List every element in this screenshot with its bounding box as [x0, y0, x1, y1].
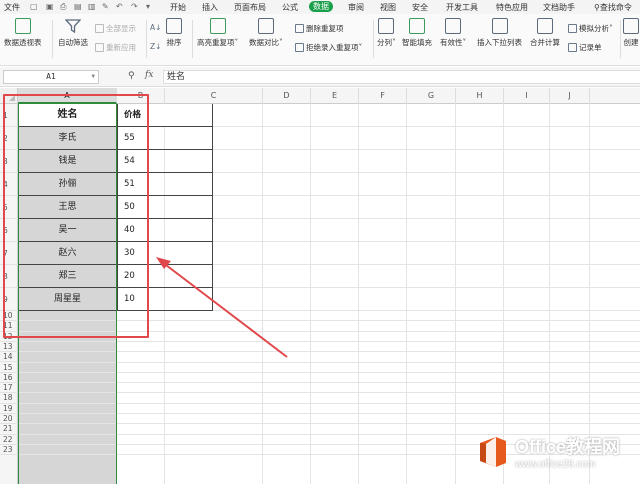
office-logo-icon	[476, 435, 510, 469]
annotation-arrow	[156, 257, 288, 358]
watermark: Office教程网 www.office26.com	[476, 433, 620, 470]
watermark-url: www.office26.com	[515, 459, 596, 470]
watermark-title: Office教程网	[515, 437, 621, 457]
